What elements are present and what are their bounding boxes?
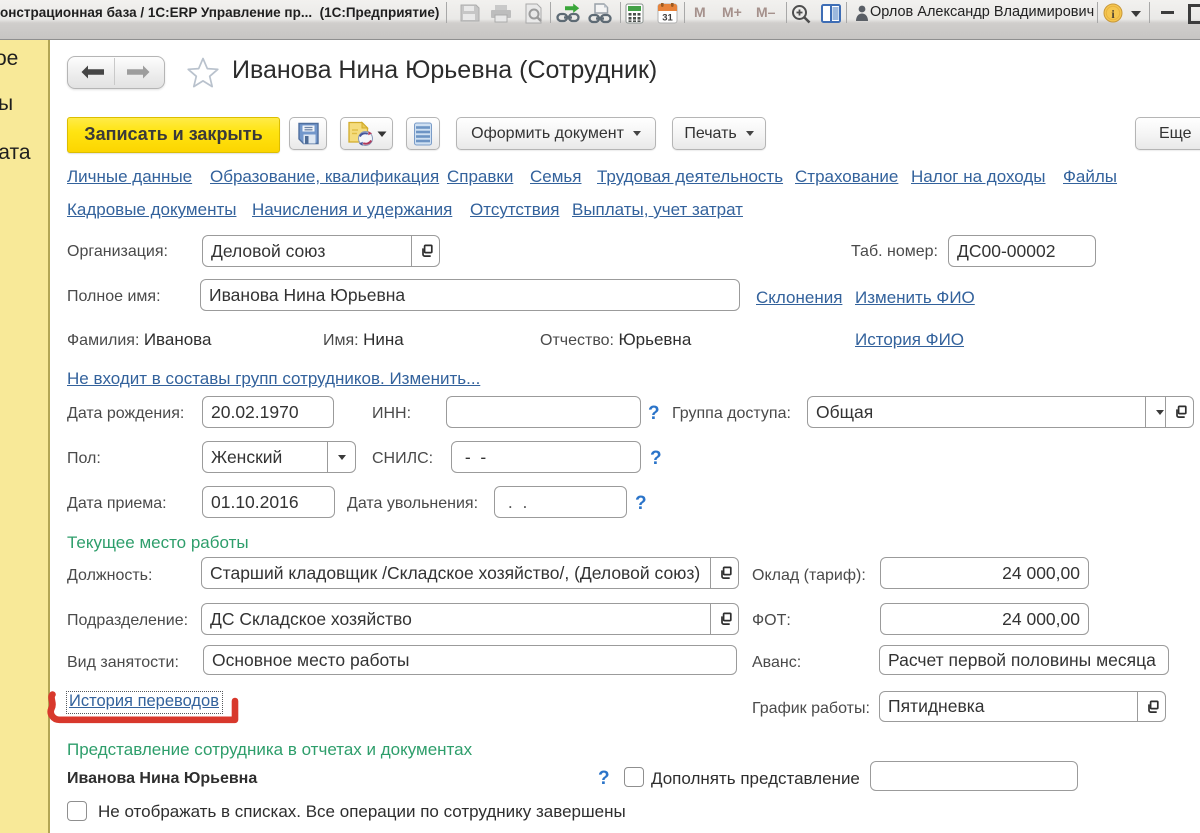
svg-text:31: 31 (662, 13, 673, 24)
